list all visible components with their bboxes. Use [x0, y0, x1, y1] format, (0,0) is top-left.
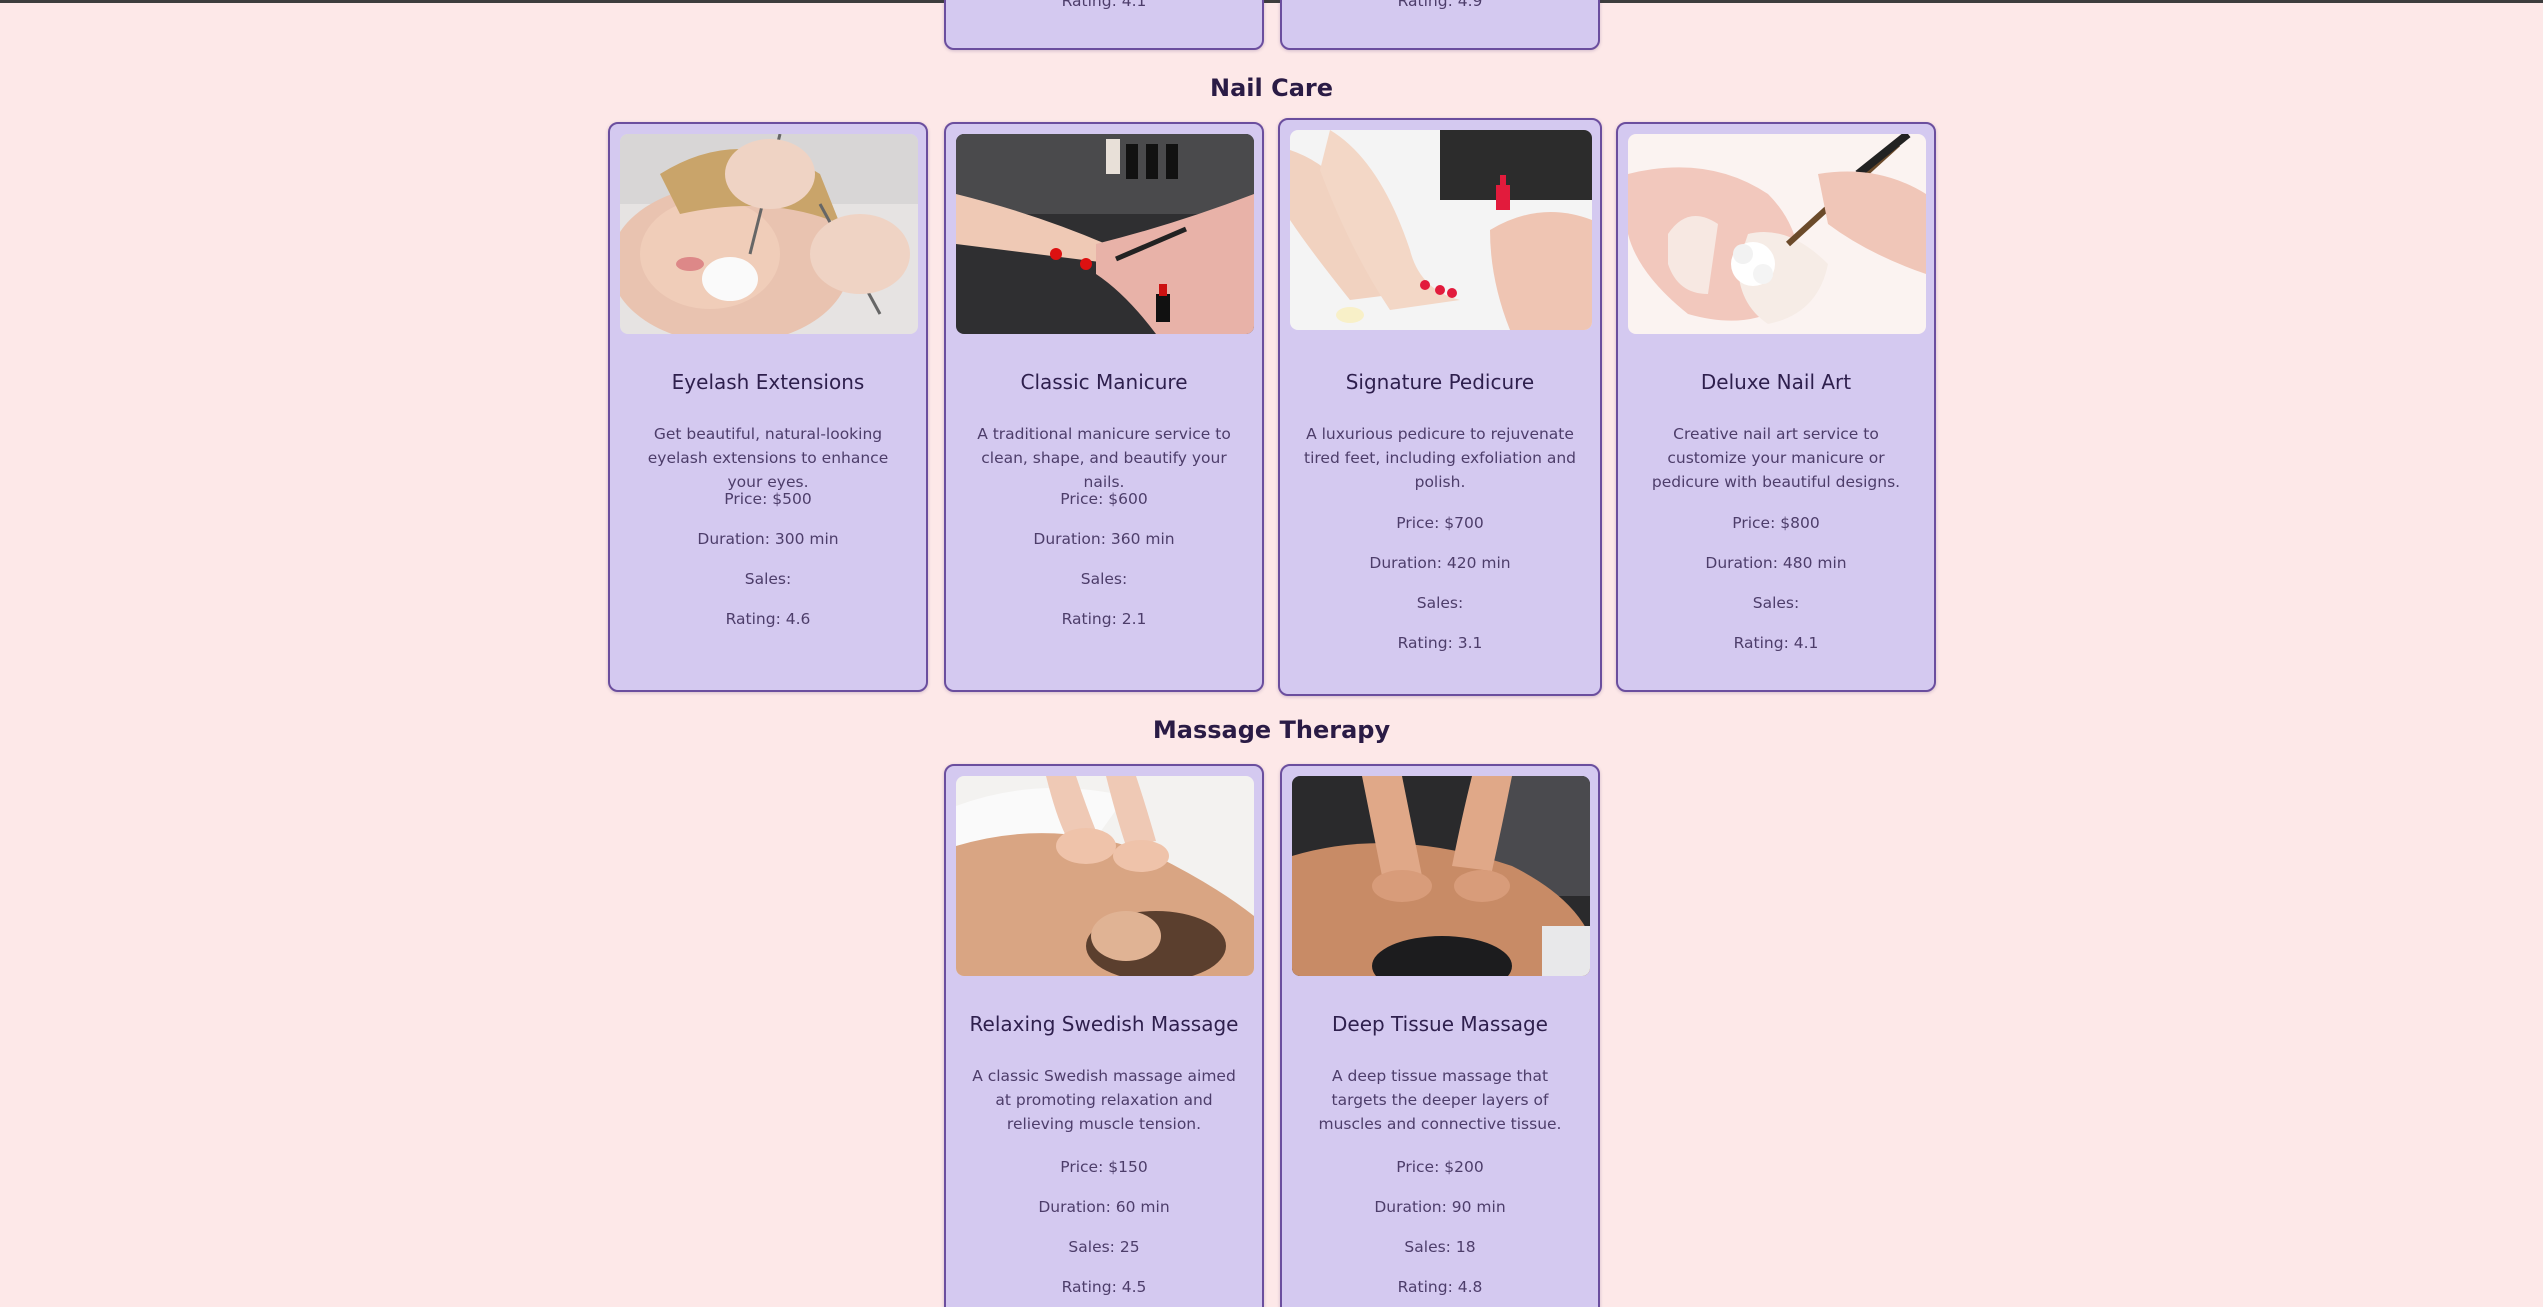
service-card-partial[interactable]: Rating: 4.1	[944, 0, 1264, 50]
service-card-partial[interactable]: Rating: 4.9	[1280, 0, 1600, 50]
service-sales: Sales:	[744, 570, 792, 588]
service-card-relaxing-swedish-massage[interactable]: Relaxing Swedish Massage A classic Swedi…	[944, 764, 1264, 1307]
service-card-eyelash-extensions[interactable]: Eyelash Extensions Get beautiful, natura…	[608, 122, 928, 692]
service-title: Classic Manicure	[1020, 370, 1188, 394]
service-card-signature-pedicure[interactable]: Signature Pedicure A luxurious pedicure …	[1278, 118, 1602, 696]
section-title-nail-care: Nail Care	[1209, 74, 1333, 102]
services-page: Rating: 4.1 Rating: 4.9 Nail Care Eyelas…	[0, 0, 2543, 1307]
service-description: Get beautiful, natural-looking eyelash e…	[647, 425, 889, 491]
service-card-classic-manicure[interactable]: Classic Manicure A traditional manicure …	[944, 122, 1264, 692]
service-duration: Duration: 60 min	[1038, 1198, 1170, 1216]
service-card-deluxe-nail-art[interactable]: Deluxe Nail Art Creative nail art servic…	[1616, 122, 1936, 692]
service-sales: Sales:	[1416, 594, 1464, 612]
service-duration: Duration: 360 min	[1033, 530, 1175, 548]
service-price: Price: $700	[1396, 514, 1484, 532]
service-title: Deluxe Nail Art	[1700, 370, 1852, 394]
service-rating: Rating: 4.6	[725, 610, 811, 628]
card-rating: Rating: 4.9	[1397, 0, 1483, 10]
service-duration: Duration: 300 min	[697, 530, 839, 548]
service-description: Creative nail art service to customize y…	[1651, 425, 1901, 491]
service-sales: Sales:	[1080, 570, 1128, 588]
service-description: A luxurious pedicure to rejuvenate tired…	[1304, 425, 1576, 491]
window-top-border	[0, 0, 2543, 3]
service-price: Price: $500	[724, 490, 812, 508]
service-description: A deep tissue massage that targets the d…	[1318, 1067, 1562, 1133]
service-duration: Duration: 420 min	[1369, 554, 1511, 572]
service-title: Signature Pedicure	[1345, 370, 1535, 394]
service-rating: Rating: 4.8	[1397, 1278, 1483, 1296]
service-description: A classic Swedish massage aimed at promo…	[972, 1067, 1236, 1133]
service-sales: Sales:	[1752, 594, 1800, 612]
service-image	[620, 134, 918, 334]
service-price: Price: $150	[1060, 1158, 1148, 1176]
service-price: Price: $800	[1732, 514, 1820, 532]
service-image	[956, 776, 1254, 976]
service-rating: Rating: 4.5	[1061, 1278, 1147, 1296]
service-duration: Duration: 480 min	[1705, 554, 1847, 572]
service-description: A traditional manicure service to clean,…	[977, 425, 1231, 491]
service-sales: Sales: 18	[1404, 1238, 1476, 1256]
service-image	[1292, 776, 1590, 976]
service-title: Deep Tissue Massage	[1331, 1012, 1548, 1036]
service-image	[1290, 130, 1592, 330]
service-sales: Sales: 25	[1068, 1238, 1140, 1256]
card-rating: Rating: 4.1	[1061, 0, 1147, 10]
service-image	[956, 134, 1254, 334]
service-image	[1628, 134, 1926, 334]
service-card-deep-tissue-massage[interactable]: Deep Tissue Massage A deep tissue massag…	[1280, 764, 1600, 1307]
section-title-massage-therapy: Massage Therapy	[1152, 716, 1391, 744]
service-title: Relaxing Swedish Massage	[969, 1012, 1239, 1036]
service-price: Price: $600	[1060, 490, 1148, 508]
service-rating: Rating: 3.1	[1397, 634, 1483, 652]
service-price: Price: $200	[1396, 1158, 1484, 1176]
service-rating: Rating: 4.1	[1733, 634, 1819, 652]
service-duration: Duration: 90 min	[1374, 1198, 1506, 1216]
service-rating: Rating: 2.1	[1061, 610, 1147, 628]
service-title: Eyelash Extensions	[671, 370, 865, 394]
